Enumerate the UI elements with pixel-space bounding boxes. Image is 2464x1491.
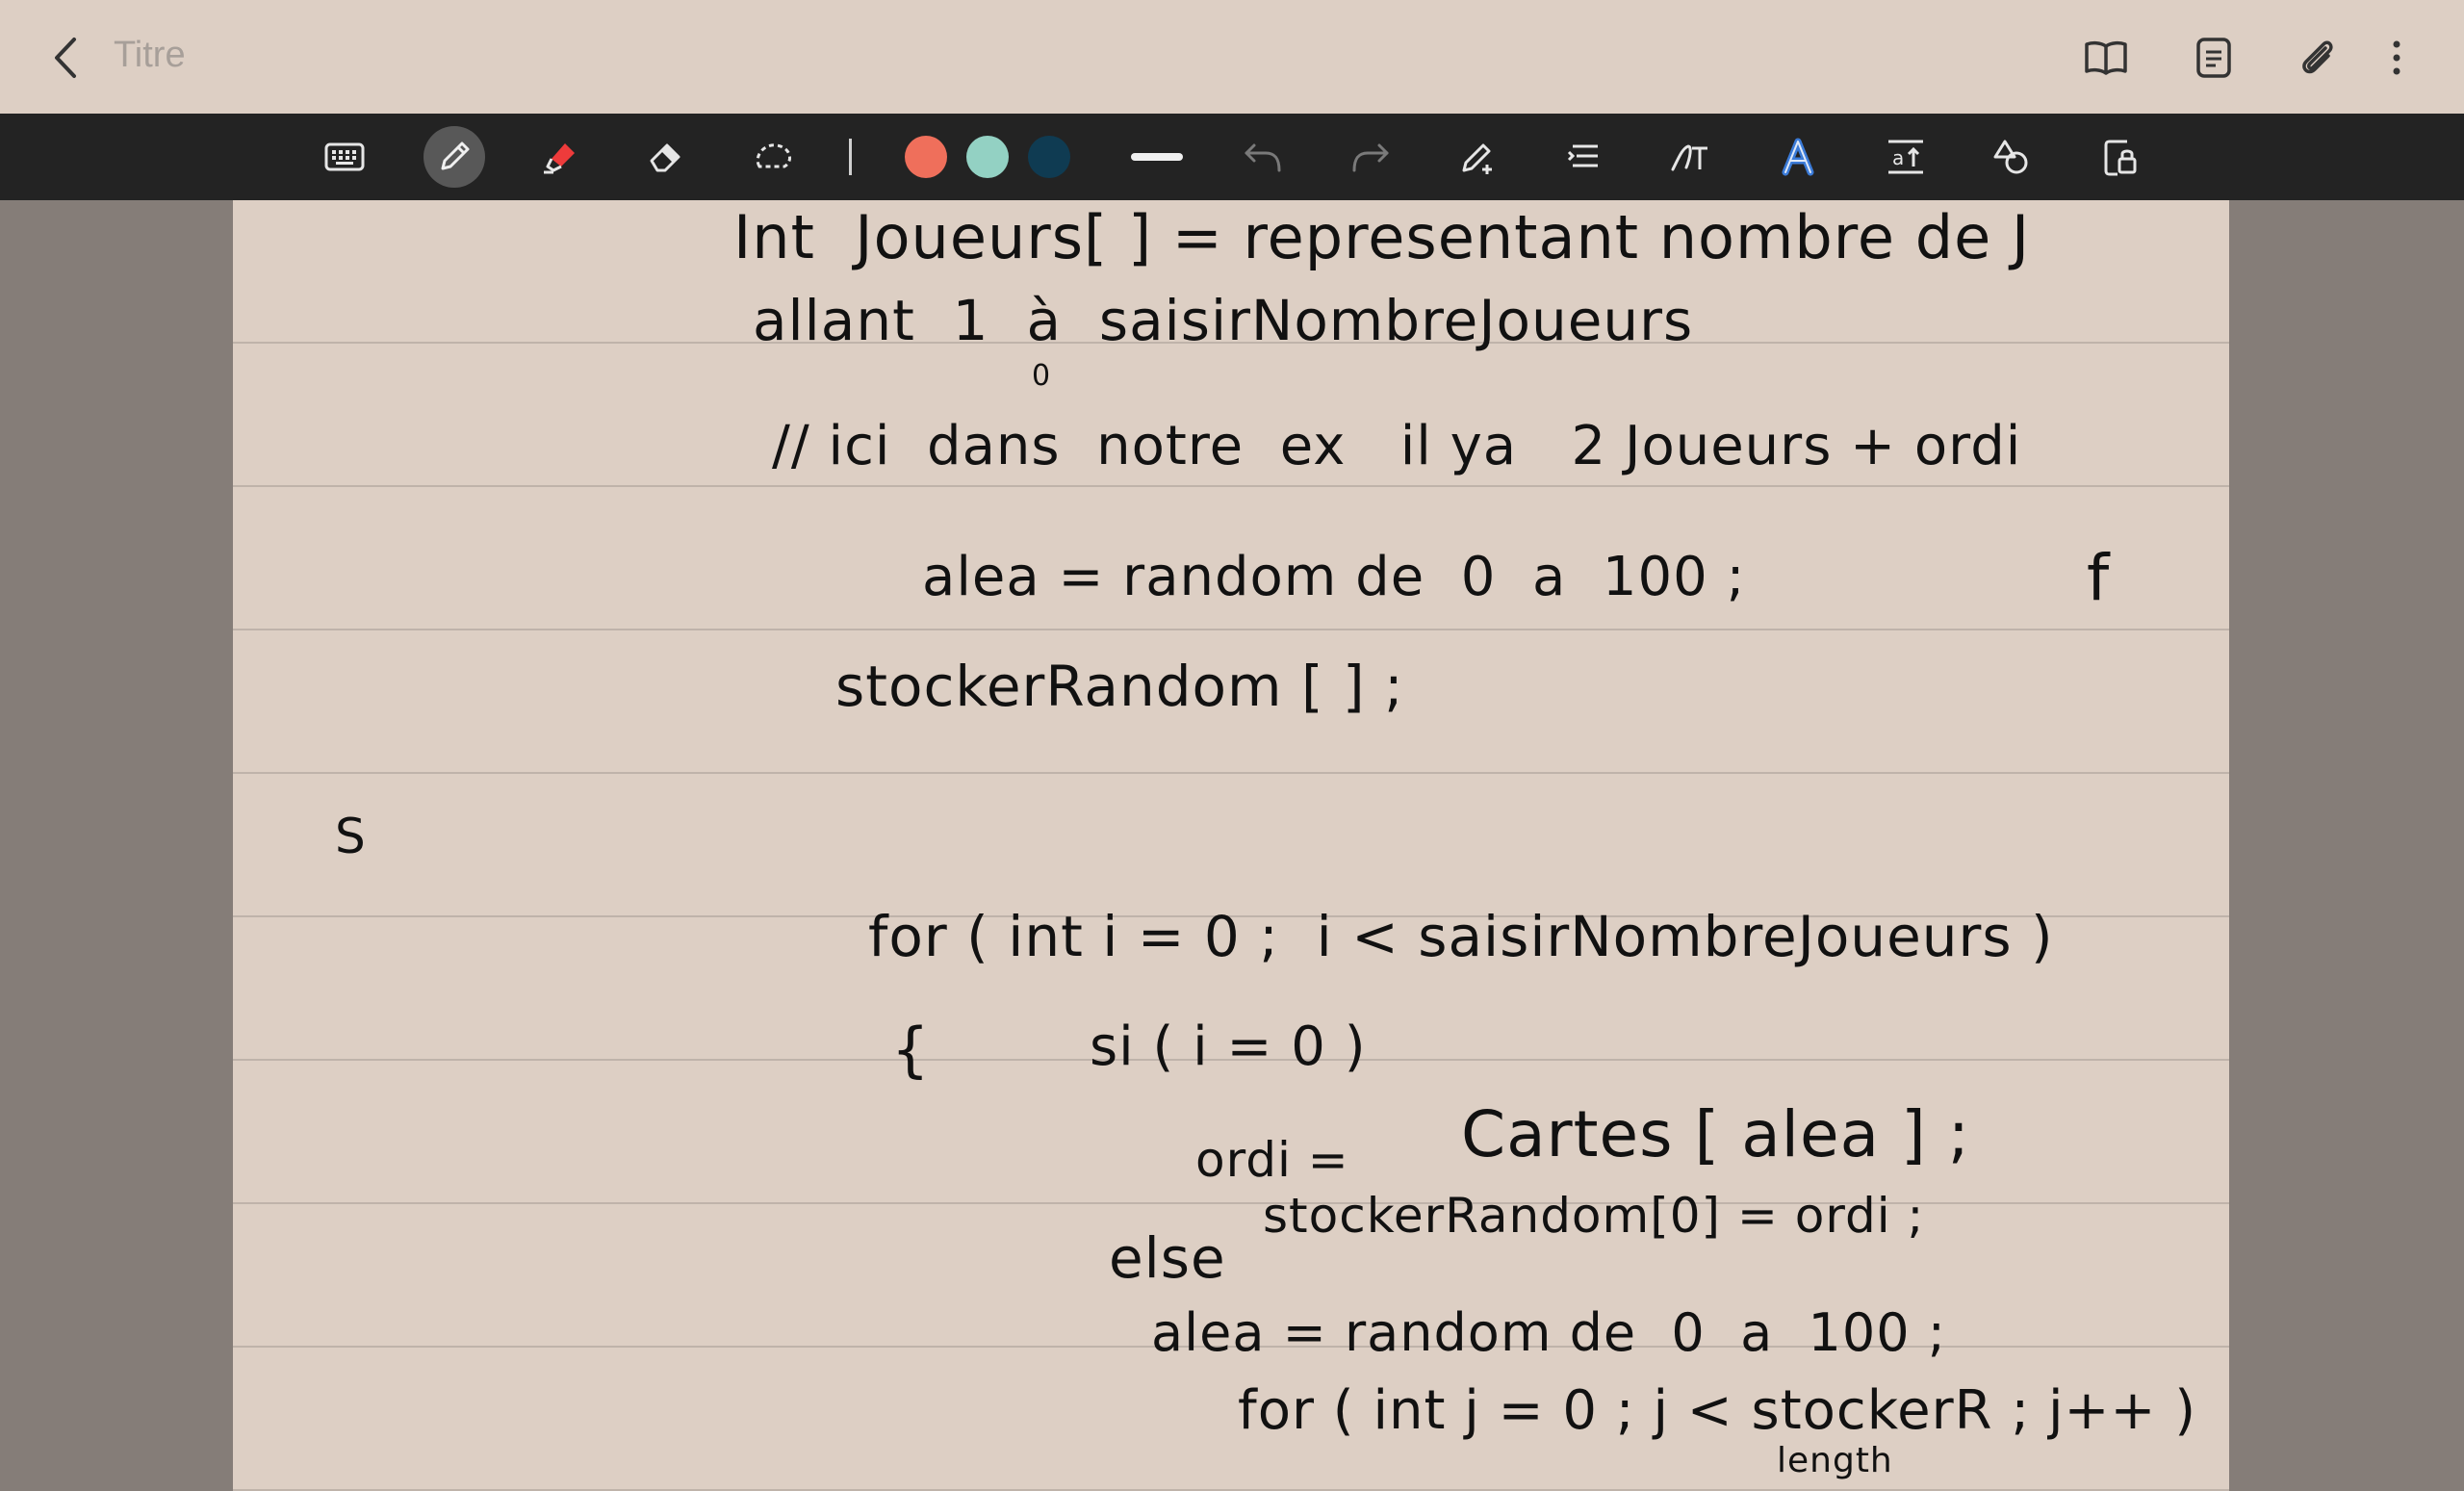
page-view-button[interactable]: [2185, 29, 2243, 87]
handwriting-line: // ici dans notre ex il ya 2 Joueurs + o…: [772, 415, 2022, 477]
handwriting-line: for ( int i = 0 ; i < saisirNombreJoueur…: [868, 904, 2054, 969]
notes-app: Titre a Int Joueurs[] = representant no…: [0, 0, 2464, 1491]
handwriting-line: S: [335, 809, 367, 864]
handwriting-to-text-button[interactable]: [1659, 126, 1721, 188]
pen-icon: [441, 141, 470, 170]
color-dot-red: [905, 136, 947, 178]
handwriting-line: alea = random de 0 a 100 ;: [922, 546, 1746, 608]
handwriting-line: f: [2087, 541, 2111, 615]
lasso-tool-button[interactable]: [743, 126, 805, 188]
stroke-width-icon: [1131, 153, 1183, 161]
handwriting-line: Cartes [ alea ] ;: [1461, 1097, 1971, 1171]
redo-button[interactable]: [1340, 126, 1401, 188]
document-icon: [2196, 38, 2231, 78]
text-align-button[interactable]: [1553, 126, 1615, 188]
pen-plus-icon: [1462, 143, 1492, 174]
keyboard-button[interactable]: [314, 126, 375, 188]
color-swatch-teal[interactable]: [957, 126, 1018, 188]
handwriting-line: {: [891, 1015, 931, 1085]
redo-icon: [1352, 143, 1389, 172]
handwriting-line: si ( i = 0 ): [1090, 1015, 1367, 1078]
handwriting-line: else: [1109, 1225, 1226, 1291]
lock-page-button[interactable]: [2089, 126, 2150, 188]
back-button[interactable]: [42, 31, 89, 85]
handwriting-line: length: [1777, 1441, 1893, 1480]
handwriting-text-icon: [1671, 144, 1707, 171]
text-box-button[interactable]: a: [1875, 126, 1937, 188]
handwriting-line: allant 1 à saisirNombreJoueurs: [753, 288, 1694, 353]
more-options-button[interactable]: [2368, 29, 2426, 87]
color-swatch-red[interactable]: [895, 126, 957, 188]
undo-button[interactable]: [1232, 126, 1294, 188]
note-canvas[interactable]: Int Joueurs[ ] = representant nombre de …: [233, 200, 2229, 1491]
shapes-icon: [1993, 140, 2028, 174]
handwriting-line: Int Joueurs[ ] = representant nombre de …: [733, 202, 2031, 272]
color-dot-teal: [966, 136, 1009, 178]
handwriting-line: ordi =: [1195, 1132, 1349, 1188]
drawing-toolbar: a: [0, 114, 2464, 200]
pen-tool-button[interactable]: [424, 126, 485, 188]
highlighter-icon: [544, 143, 575, 174]
stroke-width-button[interactable]: [1126, 126, 1188, 188]
text-align-icon: [1567, 144, 1598, 167]
lock-document-icon: [2104, 140, 2137, 176]
handwriting-line: for ( int j = 0 ; j < stockerR ; j++ ): [1238, 1379, 2197, 1442]
reading-mode-button[interactable]: [2077, 29, 2135, 87]
eraser-icon: [650, 143, 680, 172]
letter-a-outline-icon: [1782, 138, 1814, 176]
svg-text:a: a: [1892, 146, 1904, 169]
handwriting-line: stockerRandom[0] = ordi ;: [1263, 1188, 1925, 1244]
book-open-icon: [2085, 40, 2127, 75]
undo-icon: [1245, 143, 1281, 172]
header-bar: Titre: [0, 0, 2464, 114]
handwriting-line: alea = random de 0 a 100 ;: [1151, 1302, 1946, 1363]
keyboard-icon: [324, 142, 365, 171]
paperclip-icon: [2302, 40, 2333, 74]
text-style-button[interactable]: [1767, 126, 1829, 188]
handwriting-line: 0: [1032, 359, 1052, 393]
note-title-input[interactable]: Titre: [114, 35, 186, 76]
color-dot-navy: [1028, 136, 1070, 178]
handwriting-line: stockerRandom [ ] ;: [835, 654, 1404, 719]
toolbar-divider: [849, 139, 852, 175]
shapes-button[interactable]: [1981, 126, 2042, 188]
lasso-icon: [756, 143, 792, 168]
chevron-left-icon: [55, 38, 76, 78]
more-vertical-icon: [2393, 40, 2400, 75]
attach-button[interactable]: [2289, 29, 2347, 87]
eraser-tool-button[interactable]: [635, 126, 697, 188]
text-box-icon: a: [1888, 140, 1923, 174]
highlighter-tool-button[interactable]: [529, 126, 591, 188]
color-swatch-navy[interactable]: [1018, 126, 1080, 188]
pen-settings-button[interactable]: [1448, 126, 1509, 188]
